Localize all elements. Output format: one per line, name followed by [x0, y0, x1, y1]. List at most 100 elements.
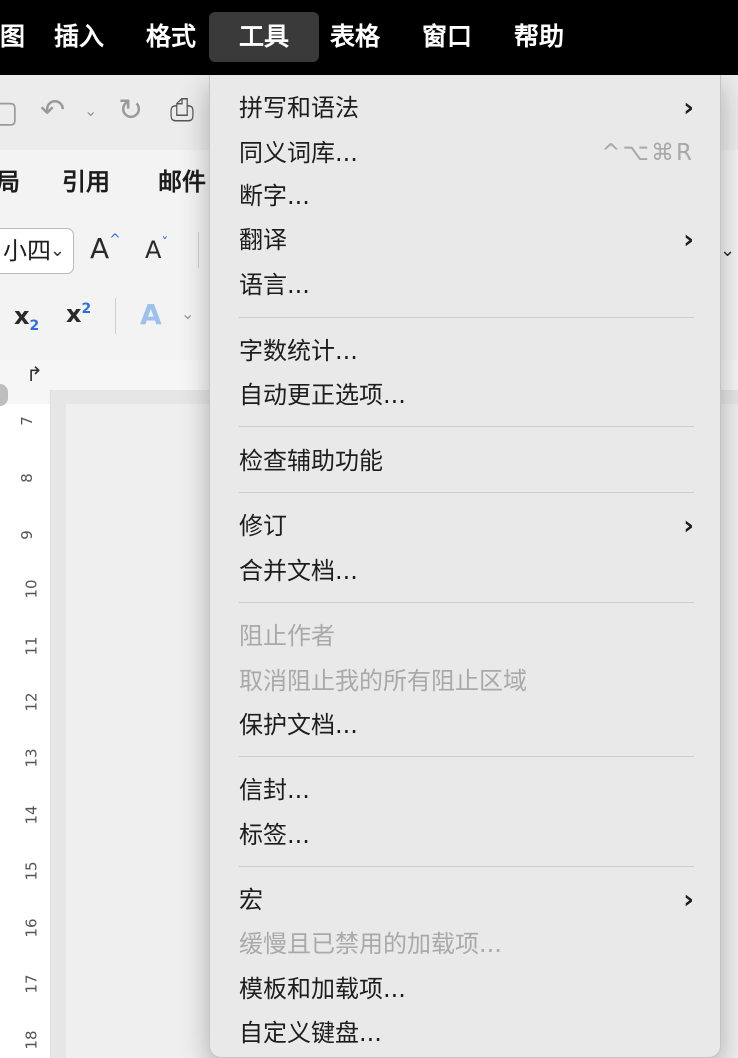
menu-item-merge-documents[interactable]: 合并文档...: [239, 549, 694, 593]
keyboard-shortcut: ^⌥⌘R: [601, 140, 694, 166]
menu-item-label: 自动更正选项...: [239, 381, 406, 409]
save-icon[interactable]: ▢: [0, 95, 18, 130]
document-margin: [0, 404, 20, 1058]
menu-item-spelling-grammar[interactable]: 拼写和语法 ›: [239, 86, 694, 130]
menu-item-hyphenation[interactable]: 断字...: [239, 174, 694, 218]
menu-view[interactable]: 图: [0, 12, 39, 62]
ruler-number: 14: [22, 805, 41, 825]
superscript-button[interactable]: x2: [66, 300, 91, 328]
menu-item-label: 修订: [239, 512, 287, 540]
menu-item-macros[interactable]: 宏 ›: [239, 878, 694, 922]
grow-font-button[interactable]: A^: [90, 232, 121, 265]
menu-tools[interactable]: 工具: [209, 12, 319, 62]
menu-item-unblock-all: 取消阻止我的所有阻止区域: [239, 659, 694, 703]
menu-item-thesaurus[interactable]: 同义词库... ^⌥⌘R: [239, 131, 694, 175]
ruler-number: 15: [22, 861, 41, 881]
menu-separator: [239, 602, 694, 603]
grow-font-label: A: [90, 232, 110, 265]
chevron-down-icon[interactable]: ⌄: [181, 304, 194, 323]
menu-item-customize-keyboard[interactable]: 自定义键盘...: [239, 1011, 694, 1055]
ruler-number: 12: [22, 692, 41, 712]
text-effect-button[interactable]: A: [140, 298, 162, 331]
menu-item-label: 阻止作者: [239, 622, 335, 650]
chevron-down-icon: ⌄: [49, 240, 65, 261]
chevron-right-icon: ›: [683, 93, 694, 123]
undo-icon[interactable]: ↶: [40, 93, 65, 128]
menu-item-label: 信封...: [239, 776, 310, 804]
tab-stop-icon[interactable]: ↱: [26, 362, 43, 386]
menu-item-label: 模板和加载项...: [239, 975, 406, 1003]
print-icon[interactable]: ⎙: [170, 93, 194, 128]
menu-table[interactable]: 表格: [316, 12, 394, 62]
menu-item-envelopes[interactable]: 信封...: [239, 768, 694, 812]
ruler-number: 7: [17, 416, 36, 426]
menu-item-templates-addins[interactable]: 模板和加载项...: [239, 967, 694, 1011]
menu-item-label: 取消阻止我的所有阻止区域: [239, 667, 527, 695]
superscript-label: x: [66, 300, 82, 328]
shrink-font-label: A: [145, 236, 162, 264]
menu-item-label: 翻译: [239, 226, 287, 254]
menu-item-disabled-addins: 缓慢且已禁用的加载项...: [239, 922, 694, 966]
menu-item-translate[interactable]: 翻译 ›: [239, 218, 694, 262]
tab-references[interactable]: 引用: [62, 162, 110, 197]
ruler-number: 16: [22, 918, 41, 938]
menu-help[interactable]: 帮助: [500, 12, 578, 62]
text-effect-label: A: [140, 298, 162, 331]
shrink-font-button[interactable]: Aˇ: [145, 236, 168, 264]
ruler-number: 13: [22, 748, 41, 768]
menu-item-label: 缓慢且已禁用的加载项...: [239, 930, 502, 958]
menu-format[interactable]: 格式: [132, 12, 210, 62]
menu-item-language[interactable]: 语言...: [239, 263, 694, 307]
font-size-select[interactable]: 小四 ⌄: [0, 228, 74, 274]
chevron-right-icon: ›: [683, 511, 694, 541]
ruler-number: 9: [17, 530, 36, 540]
menu-item-word-count[interactable]: 字数统计...: [239, 329, 694, 373]
subscript-mark: 2: [29, 317, 40, 334]
chevron-down-icon[interactable]: ⌄: [720, 240, 735, 261]
tab-layout[interactable]: 局: [0, 162, 20, 197]
subscript-button[interactable]: x2: [14, 302, 39, 334]
menu-separator: [239, 317, 694, 318]
caret-up-icon: ^: [109, 232, 121, 248]
menu-item-track-changes[interactable]: 修订 ›: [239, 504, 694, 548]
menu-separator: [239, 492, 694, 493]
menu-item-label: 拼写和语法: [239, 94, 359, 122]
ruler-number: 8: [17, 473, 36, 483]
menu-separator: [239, 426, 694, 427]
undo-dropdown-icon[interactable]: ⌄: [84, 101, 97, 120]
redo-icon[interactable]: ↻: [118, 93, 143, 128]
menu-bar: 图 插入 格式 工具 表格 窗口 帮助: [0, 0, 738, 75]
tools-menu: 拼写和语法 › 同义词库... ^⌥⌘R 断字... 翻译 › 语言... 字数…: [209, 75, 721, 1058]
menu-item-label: 宏: [239, 886, 263, 914]
menu-item-labels[interactable]: 标签...: [239, 813, 694, 857]
menu-item-label: 字数统计...: [239, 337, 358, 365]
menu-item-check-accessibility[interactable]: 检查辅助功能: [239, 439, 694, 483]
menu-item-label: 保护文档...: [239, 711, 358, 739]
caret-down-icon: ˇ: [161, 236, 169, 252]
font-size-value: 小四: [3, 237, 51, 265]
menu-item-label: 检查辅助功能: [239, 447, 383, 475]
chevron-right-icon: ›: [683, 885, 694, 915]
ruler-number: 17: [22, 974, 41, 994]
ruler-number: 10: [22, 579, 41, 599]
menu-item-block-authors: 阻止作者: [239, 614, 694, 658]
menu-item-label: 语言...: [239, 271, 310, 299]
menu-item-label: 标签...: [239, 821, 310, 849]
subscript-label: x: [14, 302, 30, 330]
menu-insert[interactable]: 插入: [40, 12, 118, 62]
chevron-right-icon: ›: [683, 225, 694, 255]
ribbon-divider: [198, 232, 199, 268]
menu-item-label: 合并文档...: [239, 557, 358, 585]
ruler-number: 18: [22, 1030, 41, 1050]
tab-mailings[interactable]: 邮件: [158, 162, 206, 197]
menu-item-label: 自定义键盘...: [239, 1019, 382, 1047]
vertical-ruler: [20, 404, 50, 1058]
menu-separator: [239, 756, 694, 757]
menu-item-label: 断字...: [239, 182, 310, 210]
menu-separator: [239, 866, 694, 867]
superscript-mark: 2: [81, 301, 92, 317]
menu-item-protect-document[interactable]: 保护文档...: [239, 703, 694, 747]
menu-item-autocorrect[interactable]: 自动更正选项...: [239, 373, 694, 417]
menu-window[interactable]: 窗口: [408, 12, 486, 62]
ribbon-divider: [115, 298, 116, 334]
